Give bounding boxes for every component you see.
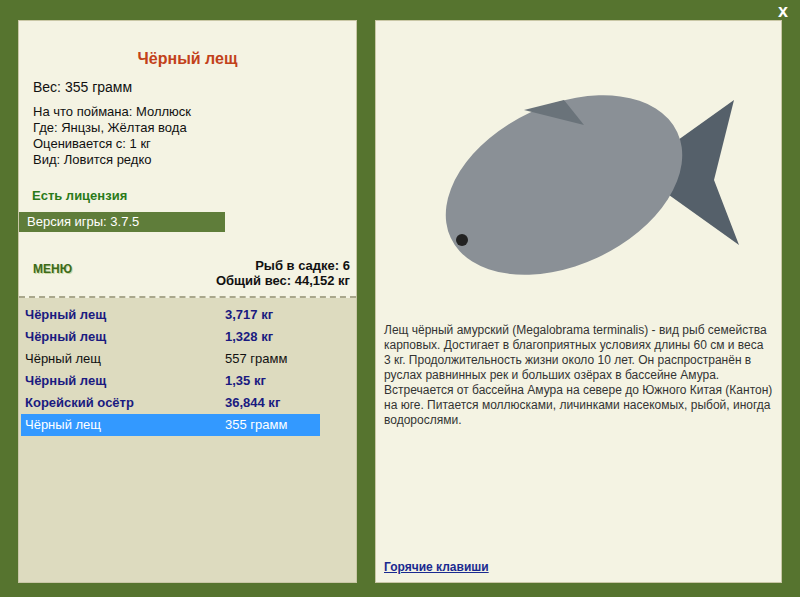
fish-photo [414, 70, 744, 290]
catch-name: Чёрный лещ [25, 349, 225, 369]
catch-weight: 355 грамм [225, 415, 287, 435]
fish-detail: Где: Янцзы, Жёлтая вода [33, 120, 356, 136]
close-button[interactable]: x [776, 2, 790, 20]
catch-weight: 1,35 кг [225, 371, 266, 391]
keepnet-total: Общий вес: 44,152 кг [216, 273, 350, 288]
catch-name: Чёрный лещ [25, 371, 225, 391]
fish-detail: Оценивается с: 1 кг [33, 136, 356, 152]
description-panel: Лещ чёрный амурский (Megalobrama termina… [375, 20, 782, 583]
info-panel: Чёрный лещ Вес: 355 грамм На что поймана: … [18, 20, 357, 583]
keepnet-count: Рыб в садке: 6 [255, 258, 350, 273]
fish-title: Чёрный лещ [19, 47, 356, 71]
catch-weight: 36,844 кг [225, 393, 280, 413]
fish-description: Лещ чёрный амурский (Megalobrama termina… [384, 323, 773, 428]
fish-info-window: x Чёрный лещ Вес: 355 грамм На что поймана:… [0, 0, 800, 597]
catch-weight: 557 грамм [225, 349, 287, 369]
fish-detail: На что поймана: Моллюск [33, 104, 356, 120]
catch-name: Чёрный лещ [25, 327, 225, 347]
menu-button[interactable]: МЕНЮ [33, 260, 72, 278]
catch-row[interactable]: Чёрный лещ1,35 кг [21, 370, 320, 392]
catch-name: Чёрный лещ [25, 415, 225, 435]
license-label: Есть лицензия [19, 186, 356, 206]
catch-row[interactable]: Корейский осётр36,844 кг [21, 392, 320, 414]
catch-row[interactable]: Чёрный лещ355 грамм [21, 414, 320, 436]
catch-name: Корейский осётр [25, 393, 225, 413]
catch-weight: 1,328 кг [225, 327, 273, 347]
fish-weight: Вес: 355 грамм [19, 77, 356, 98]
catch-name: Чёрный лещ [25, 305, 225, 325]
catch-row[interactable]: Чёрный лещ3,717 кг [21, 304, 320, 326]
version-bar: Версия игры: 3.7.5 [19, 212, 225, 232]
catch-weight: 3,717 кг [225, 305, 273, 325]
catch-row[interactable]: Чёрный лещ1,328 кг [21, 326, 320, 348]
fish-detail: Вид: Ловится редко [33, 152, 356, 168]
catch-row[interactable]: Чёрный лещ557 грамм [21, 348, 320, 370]
hotkeys-link[interactable]: Горячие клавиши [384, 558, 773, 576]
catch-list: Чёрный лещ3,717 кгЧёрный лещ1,328 кгЧёрн… [19, 298, 356, 583]
